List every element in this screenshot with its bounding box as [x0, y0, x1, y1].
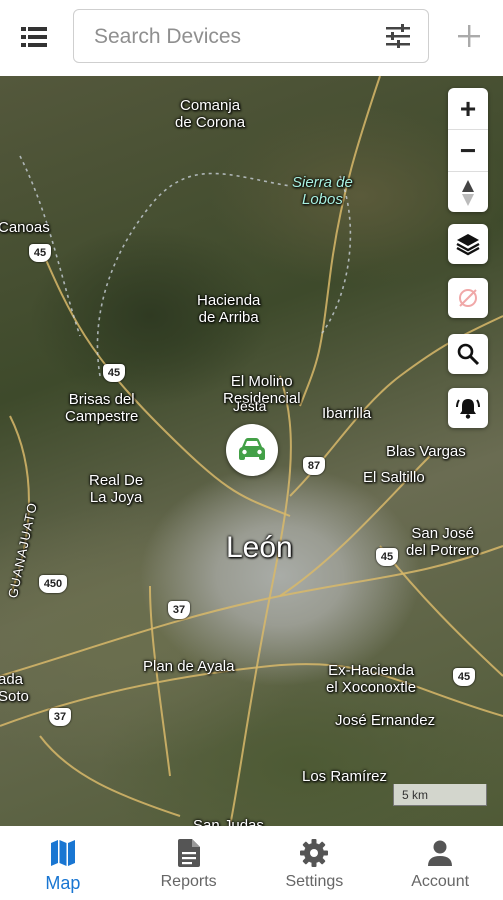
list-view-button[interactable]: [14, 20, 54, 54]
place-label-blas-vargas: Blas Vargas: [386, 443, 466, 460]
highway-shield: 45: [29, 244, 51, 262]
place-label-el-saltillo: El Saltillo: [363, 469, 425, 486]
place-label-san-judas: San Judas: [193, 817, 264, 826]
car-icon: [239, 438, 265, 460]
highway-shield: 45: [103, 364, 125, 382]
nav-map-label: Map: [45, 873, 81, 893]
place-label-comanja: Comanja de Corona: [175, 97, 246, 131]
compass-icon: [462, 179, 474, 206]
list-icon: [21, 27, 47, 47]
nav-account-label: Account: [411, 873, 470, 890]
alarm-button[interactable]: [448, 388, 488, 428]
highway-shield: 37: [49, 708, 71, 726]
place-label-san-jose-del-potrero: San José del Potrero: [406, 525, 480, 559]
search-box: [73, 9, 429, 64]
nav-reports-label: Reports: [160, 873, 217, 890]
document-icon: [177, 839, 200, 867]
place-label-sierra-de-lobos: Sierra de Lobos: [292, 174, 353, 208]
place-label-los-ramirez: Los Ramírez: [302, 768, 388, 785]
place-label-leon: León: [226, 531, 293, 564]
map-icon: [50, 840, 75, 866]
place-label-ada-soto: ada Soto: [0, 671, 29, 705]
highway-shield: 450: [39, 575, 67, 593]
search-icon: [457, 343, 480, 366]
map-search-button[interactable]: [448, 334, 488, 374]
place-label-plan-de-ayala: Plan de Ayala: [143, 658, 235, 675]
geofence-toggle-button[interactable]: [448, 278, 488, 318]
highway-shield: 45: [453, 668, 475, 686]
place-label-ex-hacienda: Ex-Hacienda el Xoconoxtle: [326, 662, 417, 696]
nav-map[interactable]: Map: [0, 826, 126, 900]
plus-icon: [458, 25, 480, 47]
highway-shield: 87: [303, 457, 325, 475]
map-layers-button[interactable]: [448, 224, 488, 264]
tune-icon: [386, 24, 410, 48]
place-label-brisas-del-campestre: Brisas del Campestre: [65, 391, 139, 425]
place-label-ibarrilla: Ibarrilla: [322, 405, 372, 422]
geofence-off-icon: [459, 289, 477, 307]
top-bar: [0, 0, 503, 76]
place-label-canoas: Canoas: [0, 219, 50, 236]
map-view[interactable]: Comanja de Corona Sierra de Lobos Canoas H…: [0, 76, 503, 826]
highway-shield: 45: [376, 548, 398, 566]
gear-icon: [300, 839, 329, 867]
place-label-jesta: Jesta: [233, 398, 267, 414]
filter-button[interactable]: [382, 21, 414, 51]
place-label-hacienda-de-arriba: Hacienda de Arriba: [197, 292, 261, 326]
zoom-out-button[interactable]: −: [448, 130, 488, 172]
layers-icon: [456, 234, 480, 256]
place-label-real-de-la-joya: Real De La Joya: [89, 472, 144, 506]
nav-reports[interactable]: Reports: [126, 826, 252, 900]
bottom-navigation: Map Reports Settings Account: [0, 826, 503, 900]
vehicle-marker[interactable]: [226, 424, 278, 476]
person-icon: [428, 840, 453, 866]
add-device-button[interactable]: [452, 18, 486, 54]
map-scale: 5 km: [393, 784, 487, 806]
nav-settings-label: Settings: [285, 873, 344, 890]
search-devices-input[interactable]: [92, 10, 366, 64]
nav-account[interactable]: Account: [377, 826, 503, 900]
zoom-controls: + −: [448, 88, 488, 212]
place-label-jose-ernandez: José Ernandez: [335, 712, 436, 729]
alarm-bell-icon: [456, 399, 480, 419]
zoom-in-button[interactable]: +: [448, 88, 488, 130]
nav-settings[interactable]: Settings: [252, 826, 378, 900]
compass-button[interactable]: [448, 172, 488, 213]
highway-shield: 37: [168, 601, 190, 619]
